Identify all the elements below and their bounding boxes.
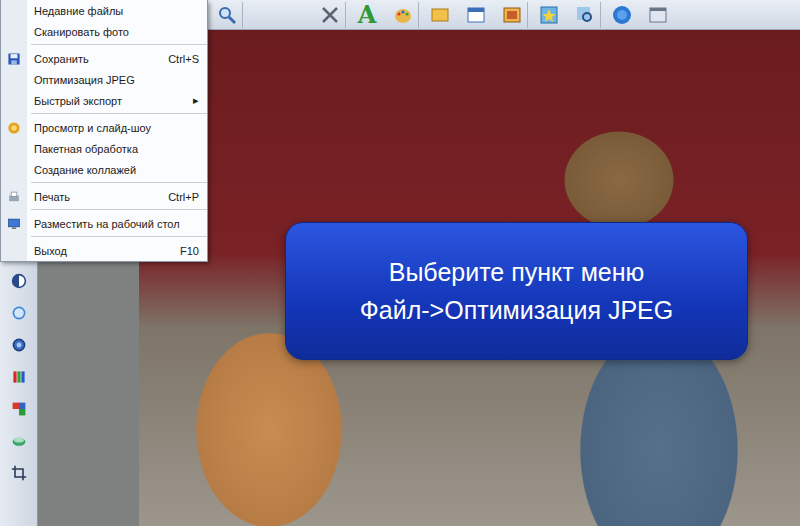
window-button[interactable] bbox=[643, 2, 673, 28]
palette-icon bbox=[393, 5, 413, 25]
star-photo-icon bbox=[539, 5, 559, 25]
menu-item[interactable]: Пакетная обработка bbox=[1, 138, 207, 159]
menu-item-label: Сохранить bbox=[27, 53, 158, 65]
menu-item[interactable]: СохранитьCtrl+S bbox=[1, 48, 207, 69]
side-tool-button[interactable] bbox=[8, 462, 30, 484]
menu-icon-cell bbox=[1, 217, 27, 231]
menu-item-label: Печать bbox=[27, 191, 158, 203]
frame-button[interactable] bbox=[425, 2, 455, 28]
menu-separator bbox=[31, 182, 207, 183]
menu-item[interactable]: Оптимизация JPEG bbox=[1, 69, 207, 90]
file-menu: Недавние файлыСканировать фотоСохранитьC… bbox=[0, 0, 208, 262]
menu-item-label: Оптимизация JPEG bbox=[27, 74, 199, 86]
text-tool-button[interactable]: A bbox=[352, 2, 382, 28]
levels-icon bbox=[11, 369, 27, 385]
transform-button[interactable] bbox=[315, 2, 346, 28]
zoom-icon bbox=[217, 5, 237, 25]
menu-item[interactable]: ВыходF10 bbox=[1, 240, 207, 261]
menu-item[interactable]: Создание коллажей bbox=[1, 159, 207, 180]
menu-item[interactable]: Разместить на рабочий стол bbox=[1, 213, 207, 234]
desktop-icon bbox=[7, 217, 21, 231]
side-tool-button[interactable] bbox=[8, 334, 30, 356]
menu-separator bbox=[31, 113, 207, 114]
menu-icon-cell bbox=[1, 52, 27, 66]
callout-line: Выберите пункт меню bbox=[389, 256, 645, 288]
menu-item-label: Разместить на рабочий стол bbox=[27, 218, 199, 230]
transform-icon bbox=[320, 5, 340, 25]
menu-item[interactable]: Сканировать фото bbox=[1, 21, 207, 42]
menu-shortcut: Ctrl+P bbox=[158, 191, 199, 203]
crop-icon bbox=[11, 465, 27, 481]
star-button[interactable] bbox=[534, 2, 564, 28]
menu-item-label: Создание коллажей bbox=[27, 164, 199, 176]
palette-button[interactable] bbox=[388, 2, 419, 28]
menu-separator bbox=[31, 236, 207, 237]
color-balance-icon bbox=[11, 401, 27, 417]
card-button[interactable] bbox=[497, 2, 528, 28]
eraser-icon bbox=[11, 433, 27, 449]
submenu-arrow-icon: ▸ bbox=[183, 94, 199, 107]
menu-icon-cell bbox=[1, 121, 27, 135]
card-icon bbox=[502, 5, 522, 25]
side-tool-button[interactable] bbox=[8, 398, 30, 420]
window-icon bbox=[648, 5, 668, 25]
menu-item-label: Просмотр и слайд-шоу bbox=[27, 122, 199, 134]
instruction-callout: Выберите пункт меню Файл->Оптимизация JPE… bbox=[285, 222, 748, 360]
menu-item-label: Недавние файлы bbox=[27, 5, 199, 17]
menu-item-label: Выход bbox=[27, 245, 170, 257]
menu-item-label: Сканировать фото bbox=[27, 26, 199, 38]
search-button[interactable] bbox=[570, 2, 601, 28]
zoom-button[interactable] bbox=[212, 2, 243, 28]
calendar-icon bbox=[466, 5, 486, 25]
calendar-button[interactable] bbox=[461, 2, 491, 28]
callout-line: Файл->Оптимизация JPEG bbox=[360, 294, 673, 326]
printer-icon bbox=[7, 190, 21, 204]
menu-item[interactable]: Быстрый экспорт▸ bbox=[1, 90, 207, 111]
app-window: A Недавние файлы Сканировать фото Сохранить… bbox=[0, 0, 800, 526]
menu-item[interactable]: ПечатьCtrl+P bbox=[1, 186, 207, 207]
menu-item-label: Быстрый экспорт bbox=[27, 95, 183, 107]
help-button[interactable] bbox=[607, 2, 637, 28]
sharpen-icon bbox=[11, 337, 27, 353]
menu-shortcut: Ctrl+S bbox=[158, 53, 199, 65]
side-tool-button[interactable] bbox=[8, 302, 30, 324]
menu-item-label: Пакетная обработка bbox=[27, 143, 199, 155]
slideshow-icon bbox=[7, 121, 21, 135]
help-icon bbox=[612, 5, 632, 25]
side-tool-button[interactable] bbox=[8, 430, 30, 452]
menu-separator bbox=[31, 44, 207, 45]
menu-separator bbox=[31, 209, 207, 210]
contrast-icon bbox=[11, 273, 27, 289]
text-tool-icon: A bbox=[358, 3, 377, 27]
frame-icon bbox=[430, 5, 450, 25]
menu-shortcut: F10 bbox=[170, 245, 199, 257]
menu-icon-cell bbox=[1, 190, 27, 204]
toolbar-spacer bbox=[249, 2, 279, 28]
menu-item[interactable]: Просмотр и слайд-шоу bbox=[1, 117, 207, 138]
side-tool-button[interactable] bbox=[8, 270, 30, 292]
side-tool-button[interactable] bbox=[8, 366, 30, 388]
saturation-icon bbox=[11, 305, 27, 321]
floppy-icon bbox=[7, 52, 21, 66]
menu-item[interactable]: Недавние файлы bbox=[1, 0, 207, 21]
search-photo-icon bbox=[575, 5, 595, 25]
